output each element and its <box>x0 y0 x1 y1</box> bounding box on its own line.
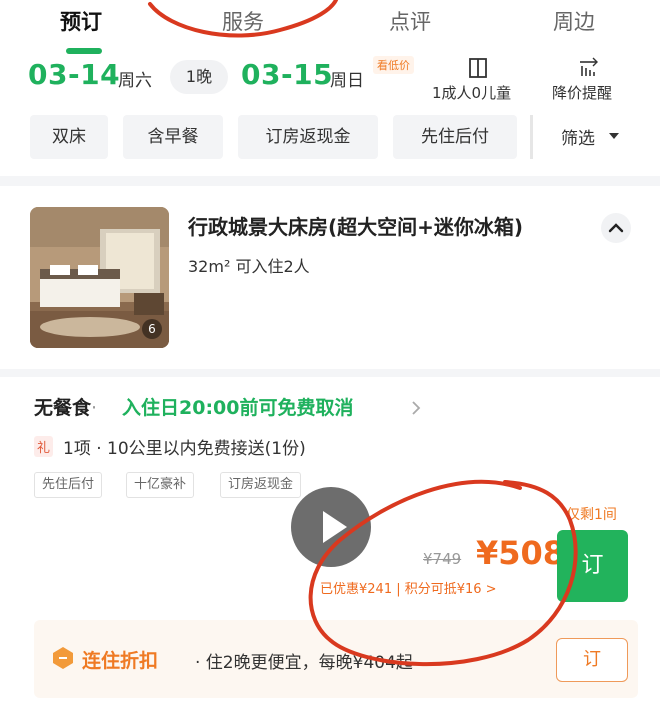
collapse-button[interactable] <box>601 213 631 243</box>
book-button[interactable]: 订 <box>557 530 628 602</box>
guest-selector[interactable]: 1成人0儿童 <box>432 82 511 103</box>
meal-separator: · <box>91 397 98 419</box>
filter-button[interactable]: 筛选 <box>561 124 595 149</box>
price-alert-button[interactable]: 降价提醒 <box>552 82 612 103</box>
filter-cashback[interactable]: 订房返现金 <box>238 115 378 159</box>
photo-count-badge: 6 <box>142 319 162 339</box>
filter-pay-later[interactable]: 先住后付 <box>393 115 517 159</box>
meal-label: 无餐食 <box>34 397 92 419</box>
remaining-rooms: 仅剩1间 <box>566 507 617 523</box>
promo-title: 连住折扣 <box>82 650 159 672</box>
play-icon <box>323 511 347 543</box>
gift-badge: 礼 <box>34 436 54 457</box>
discount-icon <box>53 647 73 669</box>
promo-text: · 住2晚更便宜，每晚¥404起 <box>195 653 413 673</box>
section-divider <box>0 176 660 186</box>
tab-service[interactable]: 服务 <box>222 6 264 36</box>
room-specs: 32m² 可入住2人 <box>188 257 310 276</box>
price-alert-icon <box>580 57 598 76</box>
tab-booking[interactable]: 预订 <box>60 6 102 36</box>
filter-divider <box>530 115 533 159</box>
play-button[interactable] <box>291 487 371 567</box>
tag-cashback: 订房返现金 <box>220 472 302 498</box>
current-price: ¥508 <box>476 534 566 572</box>
checkout-date[interactable]: 03-15 <box>241 58 333 91</box>
cancel-policy[interactable]: 入住日20:00前可免费取消 <box>122 393 353 420</box>
section-divider <box>0 369 660 377</box>
checkin-weekday: 周六 <box>118 71 152 91</box>
dropdown-icon <box>609 133 619 139</box>
room-photo[interactable]: 6 <box>30 207 169 348</box>
gift-description: 1项 · 10公里以内免费接送(1份) <box>63 439 306 459</box>
promo-book-button[interactable]: 订 <box>556 638 628 682</box>
chevron-right-icon <box>412 401 421 415</box>
checkin-date[interactable]: 03-14 <box>28 58 120 91</box>
nights-badge: 1晚 <box>170 60 228 94</box>
checkout-weekday: 周日 <box>330 71 364 91</box>
hand-drawn-annotation <box>148 0 578 667</box>
tab-bar: 预订 服务 点评 周边 <box>0 0 660 58</box>
chevron-up-icon <box>608 223 624 233</box>
tab-nearby[interactable]: 周边 <box>553 6 595 36</box>
filter-twin-bed[interactable]: 双床 <box>30 115 108 159</box>
tab-reviews[interactable]: 点评 <box>389 6 431 36</box>
meal-info: 无餐食· <box>34 393 97 420</box>
door-icon <box>469 58 487 78</box>
tag-pay-later: 先住后付 <box>34 472 103 498</box>
filter-breakfast[interactable]: 含早餐 <box>123 115 223 159</box>
original-price: ¥749 <box>423 550 462 568</box>
room-title: 行政城景大床房(超大空间+迷你冰箱) <box>188 215 524 239</box>
active-tab-indicator <box>66 48 102 54</box>
tag-subsidy: 十亿豪补 <box>126 472 195 498</box>
low-price-badge[interactable]: 看低价 <box>373 56 414 74</box>
discount-details[interactable]: 已优惠¥241 | 积分可抵¥16 > <box>320 578 497 597</box>
